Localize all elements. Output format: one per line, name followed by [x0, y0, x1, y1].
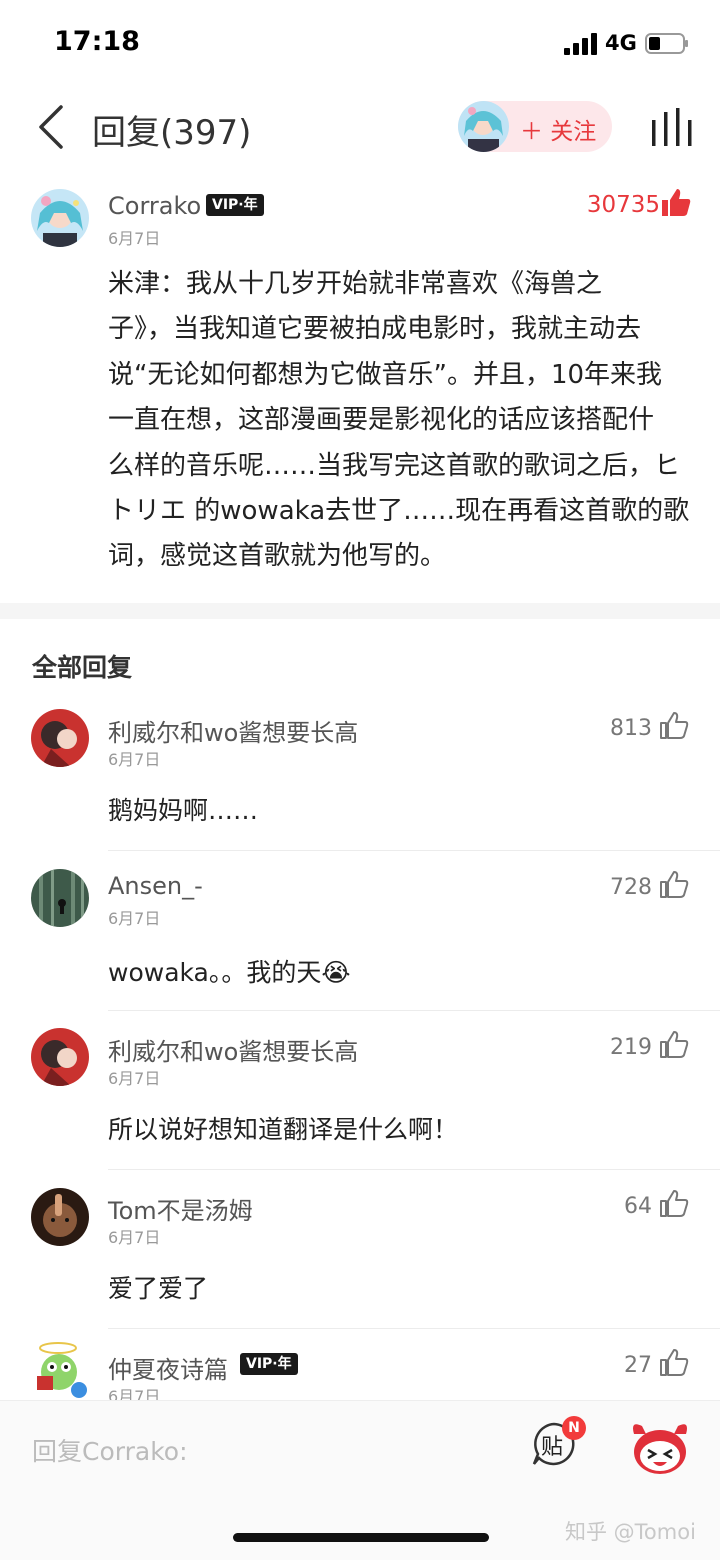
reply-avatar[interactable] [31, 1340, 89, 1398]
comment-line: 一直在想，这部漫画要是影视化的话应该搭配什 [108, 405, 655, 436]
reply-author[interactable]: Ansen_- [108, 872, 203, 900]
row-divider [108, 1328, 720, 1329]
status-time: 17:18 [54, 26, 140, 57]
section-divider [0, 603, 720, 619]
main-comment-like-count: 30735 [586, 192, 660, 218]
reply-like-count: 64 [624, 1194, 652, 1219]
new-badge: N [562, 1416, 586, 1440]
thumbs-up-icon[interactable] [659, 1188, 689, 1218]
reply-avatar[interactable] [31, 1188, 89, 1246]
main-comment-author[interactable]: Corrako [108, 192, 201, 220]
author-avatar-small [458, 101, 509, 152]
main-comment-text: 米津：我从十几岁开始就非常喜欢《海兽之 子》，当我知道它要被拍成电影时，我就主动… [108, 262, 698, 580]
reply-like-count: 219 [610, 1035, 652, 1060]
all-replies-title: 全部回复 [32, 653, 133, 682]
thumbs-up-icon[interactable] [659, 869, 689, 899]
vip-badge: VIP·年 [240, 1353, 298, 1375]
reply-author[interactable]: Tom不是汤姆 [108, 1191, 253, 1226]
back-arrow-icon[interactable] [36, 104, 66, 150]
page-title: 回复(397) [92, 113, 252, 153]
row-divider [108, 850, 720, 851]
thumbs-up-icon[interactable] [659, 710, 689, 740]
watermark: 知乎 @Tomoi [565, 1520, 696, 1544]
comment-line: 么样的音乐呢……当我写完这首歌的歌词之后，ヒ [108, 450, 681, 481]
reply-like-count: 27 [624, 1353, 652, 1378]
follow-label: ＋ 关注 [520, 119, 597, 145]
reply-like-count: 728 [610, 875, 652, 900]
reply-like-count: 813 [610, 716, 652, 741]
reply-text: 鹅妈妈啊…… [108, 796, 259, 825]
reply-author[interactable]: 利威尔和wo酱想要长高 [108, 1032, 358, 1067]
sticker-label: 贴 [541, 1435, 564, 1460]
reply-avatar[interactable] [31, 869, 89, 927]
comment-line: 说“无论如何都想为它做音乐”。并且，10年来我 [108, 359, 663, 390]
home-indicator[interactable] [233, 1533, 489, 1542]
reply-date: 6月7日 [108, 909, 161, 928]
reply-text: 爱了爱了 [108, 1274, 209, 1303]
reply-avatar[interactable] [31, 1028, 89, 1086]
network-type: 4G [605, 31, 637, 55]
reply-date: 6月7日 [108, 1069, 161, 1088]
battery-icon [645, 33, 688, 54]
thumbs-up-icon[interactable] [659, 1029, 689, 1059]
more-menu-icon[interactable] [650, 108, 696, 148]
main-comment-date: 6月7日 [108, 229, 161, 248]
mascot-emoji-icon[interactable] [628, 1420, 692, 1476]
thumbs-up-icon[interactable] [659, 1347, 689, 1377]
follow-button[interactable]: ＋ 关注 [458, 101, 612, 152]
reply-text: wowaka。。我的天😭 [108, 958, 351, 987]
comment-line: トリエ 的wowaka去世了……现在再看这首歌的歌 [108, 496, 690, 527]
reply-avatar[interactable] [31, 709, 89, 767]
signal-icon [564, 33, 597, 55]
comment-line: 词，感觉这首歌就为他写的。 [108, 541, 447, 572]
thumbs-up-filled-icon[interactable] [660, 186, 692, 218]
reply-date: 6月7日 [108, 750, 161, 769]
vip-badge: VIP·年 [206, 194, 264, 216]
reply-author[interactable]: 仲夏夜诗篇 [108, 1350, 228, 1385]
reply-date: 6月7日 [108, 1228, 161, 1247]
reply-input[interactable]: 回复Corrako: [32, 1432, 188, 1468]
comment-line: 米津：我从十几岁开始就非常喜欢《海兽之 [108, 269, 603, 299]
row-divider [108, 1169, 720, 1170]
reply-text: 所以说好想知道翻译是什么啊！ [108, 1115, 459, 1144]
reply-author[interactable]: 利威尔和wo酱想要长高 [108, 713, 358, 748]
comment-line: 子》，当我知道它要被拍成电影时，我就主动去 [108, 314, 642, 345]
row-divider [108, 1010, 720, 1011]
main-comment-avatar[interactable] [31, 189, 89, 247]
